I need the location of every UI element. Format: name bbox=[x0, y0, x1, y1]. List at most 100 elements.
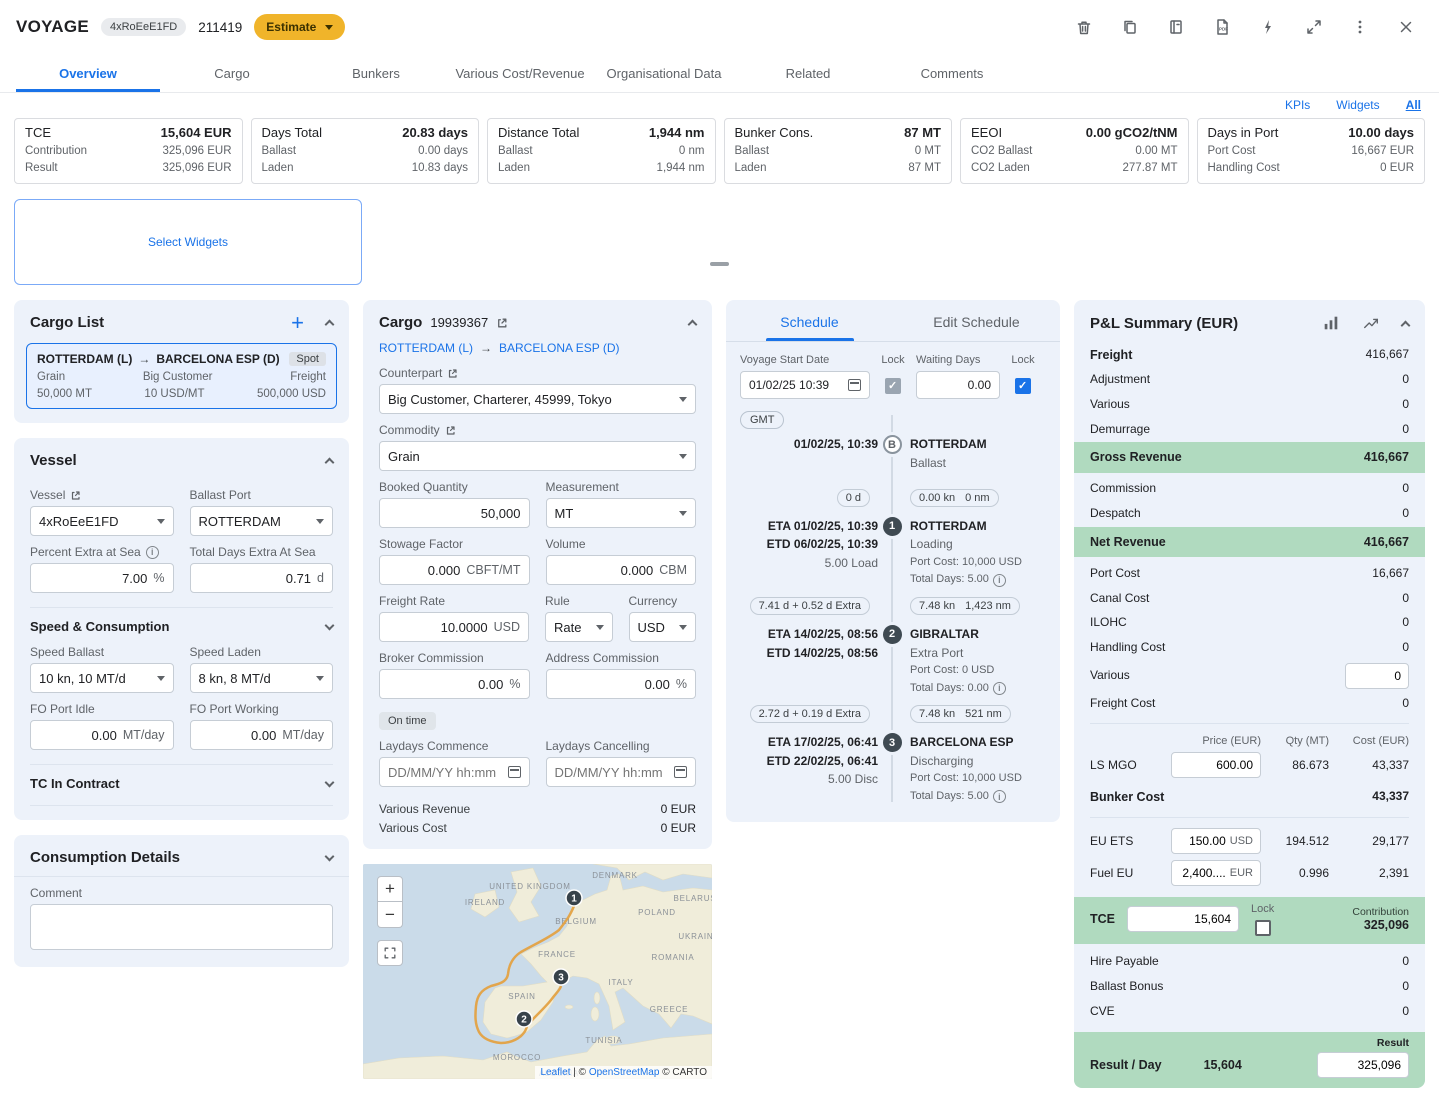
timeline-stop-ballast[interactable]: 01/02/25, 10:39 B ROTTERDAM Ballast bbox=[740, 435, 1046, 472]
line-chart-icon[interactable] bbox=[1362, 314, 1380, 332]
info-icon[interactable] bbox=[146, 546, 159, 559]
timeline-leg: 2.72 d + 0.19 d Extra 7.48 kn521 nm bbox=[740, 705, 1046, 723]
volume-input[interactable] bbox=[555, 563, 654, 578]
more-options-button[interactable] bbox=[1343, 10, 1377, 44]
svg-text:ROMANIA: ROMANIA bbox=[652, 953, 695, 962]
timeline-stop-discharging[interactable]: ETA 17/02/25, 06:41 ETD 22/02/25, 06:41 … bbox=[740, 733, 1046, 805]
tce-input[interactable] bbox=[1135, 912, 1231, 926]
fullscreen-button[interactable] bbox=[1297, 10, 1331, 44]
speed-ballast-select[interactable]: 10 kn, 10 MT/d bbox=[30, 663, 174, 693]
calendar-icon[interactable] bbox=[508, 766, 521, 778]
fuel-eu-price-input[interactable] bbox=[1179, 866, 1226, 880]
kpi-sub-label: Port Cost bbox=[1208, 143, 1256, 160]
timeline-stop-loading[interactable]: ETA 01/02/25, 10:39 ETD 06/02/25, 10:39 … bbox=[740, 517, 1046, 589]
quick-actions-button[interactable] bbox=[1251, 10, 1285, 44]
link-kpis[interactable]: KPIs bbox=[1285, 98, 1310, 112]
calendar-icon[interactable] bbox=[674, 766, 687, 778]
lock-start-checkbox[interactable] bbox=[885, 378, 901, 394]
tab-overview[interactable]: Overview bbox=[16, 54, 160, 92]
comment-textarea[interactable] bbox=[30, 904, 333, 950]
select-widgets-button[interactable]: Select Widgets bbox=[14, 199, 362, 285]
counterpart-select[interactable]: Big Customer, Charterer, 45999, Tokyo bbox=[379, 384, 696, 414]
tab-cargo[interactable]: Cargo bbox=[160, 54, 304, 92]
calendar-icon[interactable] bbox=[848, 379, 861, 391]
external-link-icon[interactable] bbox=[447, 368, 458, 379]
stowage-factor-input[interactable] bbox=[388, 563, 460, 578]
broker-commission-input[interactable] bbox=[388, 677, 503, 692]
bar-chart-icon[interactable] bbox=[1322, 314, 1340, 332]
voyage-start-input[interactable] bbox=[749, 378, 842, 392]
tab-edit-schedule[interactable]: Edit Schedule bbox=[893, 300, 1060, 341]
fo-port-idle-input[interactable] bbox=[39, 728, 117, 743]
various-cost-input[interactable] bbox=[1353, 669, 1401, 683]
journal-button[interactable] bbox=[1159, 10, 1193, 44]
speed-consumption-section[interactable]: Speed & Consumption bbox=[30, 607, 333, 636]
fuel-eu-row: Fuel EU EUR 0.996 2,391 bbox=[1074, 857, 1425, 889]
ls-mgo-price-input[interactable] bbox=[1179, 758, 1253, 772]
external-link-icon[interactable] bbox=[70, 490, 81, 501]
tc-in-contract-section[interactable]: TC In Contract bbox=[30, 764, 333, 793]
kpi-card-tce: TCE15,604 EUR Contribution325,096 EUR Re… bbox=[14, 118, 243, 184]
estimate-button[interactable]: Estimate bbox=[254, 14, 345, 40]
info-icon[interactable] bbox=[993, 682, 1006, 695]
route-map[interactable]: UNITED KINGDOM IRELAND DENMARK BELARUS P… bbox=[363, 864, 712, 1079]
route-from-link[interactable]: ROTTERDAM (L) bbox=[379, 341, 473, 355]
tab-various-cost-revenue[interactable]: Various Cost/Revenue bbox=[448, 54, 592, 92]
expand-consumption-icon[interactable] bbox=[325, 851, 335, 861]
laydays-commence-input[interactable] bbox=[388, 765, 502, 780]
tab-bunkers[interactable]: Bunkers bbox=[304, 54, 448, 92]
freight-rate-input[interactable] bbox=[388, 620, 488, 635]
osm-link[interactable]: OpenStreetMap bbox=[589, 1067, 660, 1078]
zoom-in-button[interactable] bbox=[377, 876, 403, 902]
delete-button[interactable] bbox=[1067, 10, 1101, 44]
route-to-link[interactable]: BARCELONA ESP (D) bbox=[499, 341, 619, 355]
kpi-label: EEOI bbox=[971, 125, 1002, 140]
speed-laden-select[interactable]: 8 kn, 8 MT/d bbox=[190, 663, 334, 693]
map-fullscreen-button[interactable] bbox=[377, 940, 403, 966]
laydays-cancelling-input[interactable] bbox=[555, 765, 669, 780]
address-commission-input[interactable] bbox=[555, 677, 670, 692]
tab-comments[interactable]: Comments bbox=[880, 54, 1024, 92]
collapse-cargo-list-icon[interactable] bbox=[325, 320, 335, 330]
collapse-pnl-icon[interactable] bbox=[1401, 320, 1411, 330]
timezone-badge[interactable]: GMT bbox=[740, 411, 784, 429]
tab-schedule-view[interactable]: Schedule bbox=[726, 300, 893, 341]
tab-organisational-data[interactable]: Organisational Data bbox=[592, 54, 736, 92]
timeline-stop-extra-port[interactable]: ETA 14/02/25, 08:56 ETD 14/02/25, 08:56 … bbox=[740, 625, 1046, 697]
copy-button[interactable] bbox=[1113, 10, 1147, 44]
leaflet-link[interactable]: Leaflet bbox=[540, 1067, 570, 1078]
collapse-vessel-icon[interactable] bbox=[325, 458, 335, 468]
cargo-list-item[interactable]: ROTTERDAM (L) BARCELONA ESP (D) Spot Gra… bbox=[26, 343, 337, 409]
lock-waiting-checkbox[interactable] bbox=[1015, 378, 1031, 394]
add-cargo-button[interactable] bbox=[291, 316, 304, 330]
export-pdf-button[interactable]: PDF bbox=[1205, 10, 1239, 44]
rule-select[interactable]: Rate bbox=[545, 612, 613, 642]
tce-lock-checkbox[interactable] bbox=[1255, 920, 1271, 936]
ballast-port-select[interactable]: ROTTERDAM bbox=[190, 506, 334, 536]
link-widgets[interactable]: Widgets bbox=[1336, 98, 1379, 112]
total-days-extra-input[interactable] bbox=[199, 571, 312, 586]
currency-select[interactable]: USD bbox=[629, 612, 697, 642]
result-input[interactable] bbox=[1325, 1058, 1401, 1072]
commodity-select[interactable]: Grain bbox=[379, 441, 696, 471]
external-link-icon[interactable] bbox=[496, 317, 508, 329]
tab-related[interactable]: Related bbox=[736, 54, 880, 92]
info-icon[interactable] bbox=[993, 790, 1006, 803]
measurement-label: Measurement bbox=[546, 480, 619, 494]
laydays-commence-label: Laydays Commence bbox=[379, 739, 488, 753]
panel-resize-handle[interactable] bbox=[710, 262, 729, 266]
external-link-icon[interactable] bbox=[445, 425, 456, 436]
measurement-select[interactable]: MT bbox=[546, 498, 697, 528]
info-icon[interactable] bbox=[993, 574, 1006, 587]
fo-port-idle-label: FO Port Idle bbox=[30, 702, 95, 716]
eu-ets-price-input[interactable] bbox=[1179, 834, 1226, 848]
close-button[interactable] bbox=[1389, 10, 1423, 44]
vessel-select[interactable]: 4xRoEeE1FD bbox=[30, 506, 174, 536]
zoom-out-button[interactable] bbox=[377, 902, 403, 928]
booked-quantity-input[interactable] bbox=[388, 506, 521, 521]
waiting-days-input[interactable] bbox=[925, 378, 991, 392]
link-all[interactable]: All bbox=[1406, 98, 1421, 112]
collapse-cargo-panel-icon[interactable] bbox=[688, 320, 698, 330]
percent-extra-input[interactable] bbox=[39, 571, 147, 586]
fo-port-working-input[interactable] bbox=[199, 728, 277, 743]
